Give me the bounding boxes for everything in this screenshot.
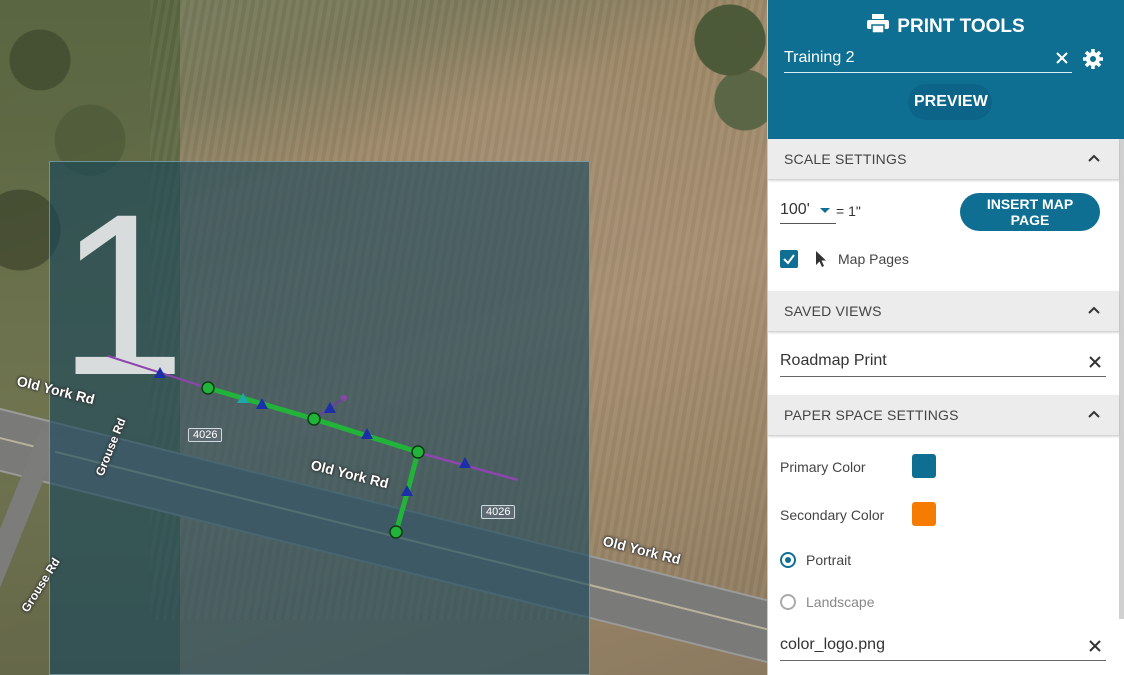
- insert-map-page-button[interactable]: INSERT MAP PAGE: [960, 193, 1100, 231]
- node-markers: [201, 381, 425, 539]
- small-node: [341, 395, 347, 401]
- valve-node: [307, 412, 321, 426]
- printer-icon: [867, 14, 890, 40]
- gear-icon[interactable]: [1082, 48, 1104, 75]
- saved-views-header[interactable]: SAVED VIEWS: [768, 291, 1119, 332]
- valve-node: [411, 445, 425, 459]
- print-name-input[interactable]: [784, 46, 1034, 70]
- scale-value: 100': [780, 201, 810, 218]
- chevron-up-icon[interactable]: [1087, 409, 1101, 419]
- secondary-color-label: Secondary Color: [780, 507, 885, 523]
- panel-header: PRINT TOOLS PREVIEW: [768, 0, 1124, 139]
- section-title: PAPER SPACE SETTINGS: [784, 407, 959, 423]
- map-pages-label: Map Pages: [838, 251, 909, 267]
- primary-color-label: Primary Color: [780, 459, 866, 475]
- landscape-label: Landscape: [806, 594, 875, 610]
- portrait-radio[interactable]: [780, 552, 796, 568]
- clear-icon[interactable]: [1088, 355, 1102, 369]
- network-layer: [107, 355, 519, 539]
- map-pages-checkbox[interactable]: [780, 250, 798, 268]
- scale-settings-header[interactable]: SCALE SETTINGS: [768, 139, 1119, 180]
- valve-node: [201, 381, 215, 395]
- caret-down-icon: [820, 208, 830, 213]
- cursor-icon: [814, 250, 828, 273]
- saved-view-field[interactable]: Roadmap Print: [780, 348, 1106, 377]
- section-title: SAVED VIEWS: [784, 303, 882, 319]
- clear-icon[interactable]: [1054, 50, 1072, 68]
- chevron-up-icon[interactable]: [1087, 153, 1101, 163]
- scale-select[interactable]: 100': [780, 199, 836, 224]
- panel-title: PRINT TOOLS: [768, 14, 1124, 40]
- preview-button[interactable]: PREVIEW: [908, 84, 992, 120]
- map-view[interactable]: 1 Old York Rd Old York Rd Old York Rd Gr…: [0, 0, 767, 675]
- portrait-label: Portrait: [806, 552, 852, 568]
- scale-equals: = 1": [836, 203, 861, 219]
- scrollbar[interactable]: [1119, 139, 1124, 619]
- logo-file-field[interactable]: color_logo.png: [780, 632, 1106, 661]
- print-tools-panel: PRINT TOOLS PREVIEW SCALE SETTINGS 100' …: [767, 0, 1124, 675]
- panel-title-text: PRINT TOOLS: [897, 16, 1025, 38]
- clear-icon[interactable]: [1088, 639, 1102, 653]
- landscape-radio[interactable]: [780, 594, 796, 610]
- logo-file-value: color_logo.png: [780, 636, 885, 653]
- print-name-field[interactable]: [784, 46, 1072, 73]
- saved-view-value: Roadmap Print: [780, 352, 887, 369]
- section-title: SCALE SETTINGS: [784, 151, 907, 167]
- secondary-color-swatch[interactable]: [912, 502, 936, 526]
- paper-space-settings-header[interactable]: PAPER SPACE SETTINGS: [768, 395, 1119, 436]
- valve-node: [389, 525, 403, 539]
- chevron-up-icon[interactable]: [1087, 305, 1101, 315]
- check-icon: [783, 254, 795, 265]
- primary-color-swatch[interactable]: [912, 454, 936, 478]
